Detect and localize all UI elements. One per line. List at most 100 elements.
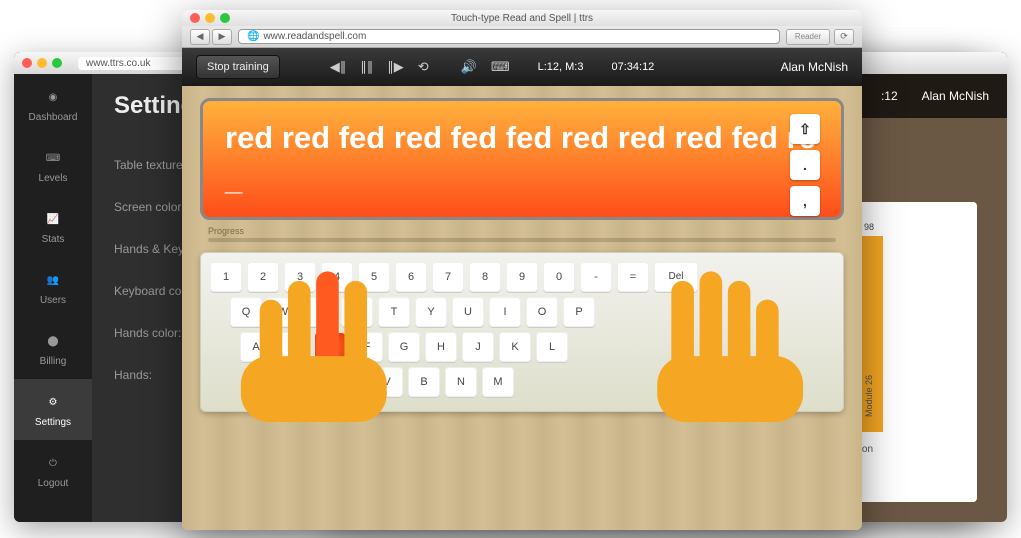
key-hints: ⇧ . , <box>790 114 820 216</box>
close-icon[interactable] <box>190 13 200 23</box>
key-=[interactable]: = <box>617 262 649 292</box>
key-8[interactable]: 8 <box>469 262 501 292</box>
sidebar-item-dashboard[interactable]: ◉ Dashboard <box>14 74 92 135</box>
key-l[interactable]: L <box>536 332 568 362</box>
sidebar-item-stats[interactable]: 📈 Stats <box>14 196 92 257</box>
keyboard-icon: ⌨ <box>42 147 64 169</box>
maximize-icon[interactable] <box>220 13 230 23</box>
key-3[interactable]: 3 <box>284 262 316 292</box>
sidebar-item-settings[interactable]: ⚙ Settings <box>14 379 92 440</box>
sidebar-item-label: Users <box>40 295 66 306</box>
sidebar-item-label: Settings <box>35 417 71 428</box>
key-q[interactable]: Q <box>230 297 262 327</box>
back-button[interactable]: ◀ <box>190 29 210 45</box>
maximize-icon[interactable] <box>52 58 62 68</box>
forward-icon[interactable]: ∥▶ <box>387 59 404 75</box>
key-o[interactable]: O <box>526 297 558 327</box>
rewind-icon[interactable]: ◀∥ <box>330 59 347 75</box>
sidebar-item-label: Dashboard <box>29 112 78 123</box>
on-screen-keyboard: 1234567890-=Del QWERTYUIOP ASDFGHJKL ZXC… <box>200 252 844 412</box>
key-5[interactable]: 5 <box>358 262 390 292</box>
close-icon[interactable] <box>22 58 32 68</box>
key-r[interactable]: R <box>341 297 373 327</box>
comma-hint-button[interactable]: , <box>790 186 820 216</box>
key-1[interactable]: 1 <box>210 262 242 292</box>
billing-icon: ⬤ <box>42 330 64 352</box>
key-p[interactable]: P <box>563 297 595 327</box>
cursor: _ <box>225 159 242 201</box>
power-icon: ⏻ <box>42 452 64 474</box>
key-x[interactable]: X <box>297 367 329 397</box>
key-z[interactable]: Z <box>260 367 292 397</box>
traffic-lights <box>22 58 62 68</box>
sidebar-item-levels[interactable]: ⌨ Levels <box>14 135 92 196</box>
typing-area: red red fed red fed fed red red red fed … <box>182 86 862 530</box>
key-g[interactable]: G <box>388 332 420 362</box>
stop-training-button[interactable]: Stop training <box>196 55 280 79</box>
key-k[interactable]: K <box>499 332 531 362</box>
app-toolbar: Stop training ◀∥ ∥∥ ∥▶ ⟲ 🔊 ⌨ L:12, M:3 0… <box>182 48 862 86</box>
key-d[interactable]: D <box>314 332 346 362</box>
repeat-icon[interactable]: ⟲ <box>418 59 429 75</box>
progress-bar <box>208 238 836 242</box>
key-s[interactable]: S <box>277 332 309 362</box>
key-c[interactable]: C <box>334 367 366 397</box>
typed-text: red red fed red fed fed red red red fed … <box>225 120 816 155</box>
minimize-icon[interactable] <box>37 58 47 68</box>
key-y[interactable]: Y <box>415 297 447 327</box>
key-h[interactable]: H <box>425 332 457 362</box>
url-bar: ◀ ▶ 🌐 www.readandspell.com Reader ⟳ <box>182 26 862 48</box>
key-i[interactable]: I <box>489 297 521 327</box>
chart-icon: 📈 <box>42 208 64 230</box>
user-name: Alan McNish <box>781 60 848 74</box>
key-f[interactable]: F <box>351 332 383 362</box>
key-n[interactable]: N <box>445 367 477 397</box>
reader-button[interactable]: Reader <box>786 29 830 45</box>
volume-icon[interactable]: 🔊 <box>461 59 477 75</box>
key-w[interactable]: W <box>267 297 299 327</box>
window-titlebar: Touch-type Read and Spell | ttrs <box>182 10 862 26</box>
key-2[interactable]: 2 <box>247 262 279 292</box>
refresh-button[interactable]: ⟳ <box>834 29 854 45</box>
key-7[interactable]: 7 <box>432 262 464 292</box>
url-text: www.readandspell.com <box>263 31 366 42</box>
training-window: Touch-type Read and Spell | ttrs ◀ ▶ 🌐 w… <box>182 10 862 530</box>
shift-hint-button[interactable]: ⇧ <box>790 114 820 144</box>
keyboard-toggle-icon[interactable]: ⌨ <box>491 59 510 75</box>
key-4[interactable]: 4 <box>321 262 353 292</box>
key-a[interactable]: A <box>240 332 272 362</box>
gauge-icon: ◉ <box>42 86 64 108</box>
period-hint-button[interactable]: . <box>790 150 820 180</box>
progress-label: Progress <box>208 226 844 236</box>
sidebar-item-label: Billing <box>40 356 67 367</box>
key-del[interactable]: Del <box>654 262 698 292</box>
key-0[interactable]: 0 <box>543 262 575 292</box>
key--[interactable]: - <box>580 262 612 292</box>
key-v[interactable]: V <box>371 367 403 397</box>
minimize-icon[interactable] <box>205 13 215 23</box>
user-name: Alan McNish <box>922 89 989 103</box>
users-icon: 👥 <box>42 269 64 291</box>
sidebar-item-users[interactable]: 👥 Users <box>14 257 92 318</box>
sidebar-item-label: Stats <box>42 234 65 245</box>
sidebar-item-billing[interactable]: ⬤ Billing <box>14 318 92 379</box>
gear-icon: ⚙ <box>42 391 64 413</box>
key-j[interactable]: J <box>462 332 494 362</box>
key-e[interactable]: E <box>304 297 336 327</box>
key-9[interactable]: 9 <box>506 262 538 292</box>
key-u[interactable]: U <box>452 297 484 327</box>
key-t[interactable]: T <box>378 297 410 327</box>
pause-icon[interactable]: ∥∥ <box>360 59 373 75</box>
key-6[interactable]: 6 <box>395 262 427 292</box>
sidebar-item-logout[interactable]: ⏻ Logout <box>14 440 92 501</box>
sidebar-item-label: Levels <box>39 173 68 184</box>
traffic-lights <box>190 13 230 23</box>
level-indicator: :12 <box>881 89 898 103</box>
key-m[interactable]: M <box>482 367 514 397</box>
sidebar: ◉ Dashboard ⌨ Levels 📈 Stats 👥 Users ⬤ B… <box>14 74 92 522</box>
typing-panel: red red fed red fed fed red red red fed … <box>200 98 844 220</box>
url-input[interactable]: 🌐 www.readandspell.com <box>238 29 780 44</box>
forward-button[interactable]: ▶ <box>212 29 232 45</box>
window-title: Touch-type Read and Spell | ttrs <box>451 13 593 24</box>
key-b[interactable]: B <box>408 367 440 397</box>
